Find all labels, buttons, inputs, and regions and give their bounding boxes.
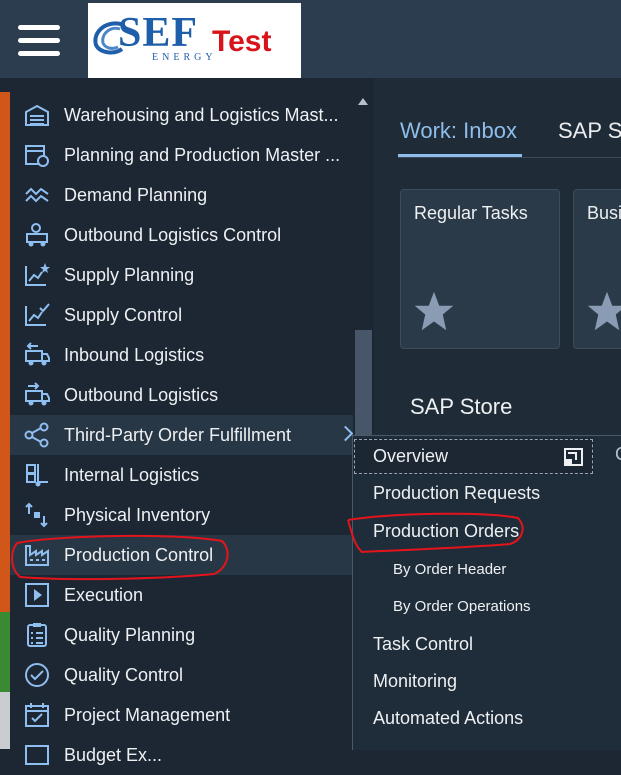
inventory-arrows-icon bbox=[25, 502, 48, 528]
sidebar-item-production-control[interactable]: Production Control bbox=[10, 535, 353, 575]
tile-title: Busi bbox=[587, 203, 621, 223]
menu-item-label: By Order Header bbox=[393, 561, 507, 578]
menu-item-label: Automated Actions bbox=[373, 708, 524, 728]
menu-item-label: Production Requests bbox=[373, 483, 541, 503]
menu-item-label: By Order Operations bbox=[393, 598, 531, 615]
tab-divider bbox=[398, 157, 621, 158]
sidebar-item-label: Quality Planning bbox=[64, 625, 196, 645]
sidebar-item-supply-planning[interactable]: Supply Planning bbox=[10, 255, 353, 295]
chevron-right-icon[interactable] bbox=[337, 425, 354, 442]
section-title-sap-store: SAP Store bbox=[410, 394, 513, 419]
sidebar-item-label: Production Control bbox=[64, 545, 214, 565]
demand-wave-icon bbox=[25, 187, 49, 203]
tile-title: Regular Tasks bbox=[414, 203, 528, 223]
sidebar-item-label: Project Management bbox=[64, 705, 231, 725]
sidebar-item-label: Demand Planning bbox=[64, 185, 208, 205]
scroll-up-arrow-icon[interactable] bbox=[358, 98, 368, 105]
menu-item-overview[interactable]: Overview bbox=[353, 438, 594, 475]
calendar-clock-icon bbox=[25, 145, 49, 167]
sidebar-item-label: Supply Planning bbox=[64, 265, 195, 285]
menu-item-production-requests[interactable]: Production Requests bbox=[353, 475, 621, 512]
menu-item-label: Production Orders bbox=[373, 521, 520, 541]
company-logo[interactable]: SEF ENERGY Test bbox=[88, 3, 301, 78]
sidebar-item-quality-planning[interactable]: Quality Planning bbox=[10, 615, 353, 655]
sidebar-item-demand-planning[interactable]: Demand Planning bbox=[10, 175, 353, 215]
tab-work-inbox[interactable]: Work: Inbox bbox=[400, 118, 517, 144]
sidebar-item-physical-inventory[interactable]: Physical Inventory bbox=[10, 495, 353, 535]
sidebar-item-execution[interactable]: Execution bbox=[10, 575, 353, 615]
chart-star-icon bbox=[25, 263, 50, 286]
hamburger-menu-icon[interactable] bbox=[18, 25, 60, 57]
tile-regular-tasks[interactable]: Regular Tasks bbox=[400, 189, 560, 349]
sidebar-item-label: Budget Ex... bbox=[64, 745, 163, 765]
play-icon bbox=[25, 583, 49, 607]
sidebar-item-label: Planning and Production Master ... bbox=[64, 145, 341, 165]
sidebar-item-label: Internal Logistics bbox=[64, 465, 200, 485]
chart-check-icon bbox=[25, 303, 50, 326]
sidebar-item-quality-control[interactable]: Quality Control bbox=[10, 655, 353, 695]
sidebar-item-label: Supply Control bbox=[64, 305, 183, 325]
share-icon bbox=[24, 422, 49, 448]
shell-header: SEF ENERGY Test bbox=[0, 0, 621, 78]
menu-edge-glyph: C bbox=[615, 444, 621, 465]
submenu-popover: Overview C Production Requests Productio… bbox=[352, 435, 621, 750]
factory-icon bbox=[25, 545, 49, 566]
forklift-icon bbox=[26, 223, 48, 247]
tile-business[interactable]: Busi bbox=[573, 189, 621, 349]
star-icon bbox=[414, 291, 454, 331]
sidebar-accent-orange bbox=[0, 92, 10, 612]
sidebar-item-warehousing-master[interactable]: Warehousing and Logistics Mast... bbox=[10, 95, 353, 135]
sidebar-item-supply-control[interactable]: Supply Control bbox=[10, 295, 353, 335]
menu-item-task-control[interactable]: Task Control bbox=[353, 626, 621, 663]
checklist-icon bbox=[27, 623, 47, 647]
menu-item-production-orders[interactable]: Production Orders bbox=[353, 513, 621, 550]
truck-in-icon bbox=[25, 342, 50, 366]
menu-item-automated-actions[interactable]: Automated Actions bbox=[353, 700, 621, 737]
environment-label: Test bbox=[212, 25, 272, 58]
sidebar-item-label: Third-Party Order Fulfillment bbox=[64, 425, 292, 445]
sidebar-item-outbound-logistics-control[interactable]: Outbound Logistics Control bbox=[10, 215, 353, 255]
menu-item-monitoring[interactable]: Monitoring bbox=[353, 663, 621, 700]
truck-out-icon bbox=[25, 382, 50, 406]
budget-icon bbox=[25, 745, 49, 765]
menu-item-label: Task Control bbox=[373, 634, 474, 654]
sidebar-item-label: Physical Inventory bbox=[64, 505, 211, 525]
sidebar-accent-grey bbox=[0, 692, 10, 749]
sidebar-accent-green bbox=[0, 612, 10, 692]
sidebar-item-label: Execution bbox=[64, 585, 144, 605]
star-icon bbox=[587, 291, 621, 331]
check-circle-icon bbox=[25, 663, 49, 687]
sidebar-item-outbound-logistics[interactable]: Outbound Logistics bbox=[10, 375, 353, 415]
sidebar-item-project-management[interactable]: Project Management bbox=[10, 695, 353, 735]
sidebar-nav: Warehousing and Logistics Mast... Planni… bbox=[0, 92, 354, 765]
logo-subtitle: ENERGY bbox=[152, 52, 217, 63]
sidebar-item-budget[interactable]: Budget Ex... bbox=[10, 735, 353, 775]
menu-item-by-order-operations[interactable]: By Order Operations bbox=[353, 588, 621, 625]
sidebar-item-label: Quality Control bbox=[64, 665, 184, 685]
warehouse-icon bbox=[25, 104, 49, 126]
project-calendar-icon bbox=[25, 703, 49, 727]
sidebar-item-label: Outbound Logistics Control bbox=[64, 225, 282, 245]
sidebar-item-planning-master[interactable]: Planning and Production Master ... bbox=[10, 135, 353, 175]
menu-item-by-order-header[interactable]: By Order Header bbox=[353, 551, 621, 588]
menu-item-label: Overview bbox=[373, 446, 449, 466]
logo-name: SEF bbox=[118, 10, 199, 56]
hand-truck-icon bbox=[26, 464, 48, 487]
sidebar-item-third-party-order-fulfillment[interactable]: Third-Party Order Fulfillment bbox=[10, 415, 354, 455]
sidebar-item-label: Inbound Logistics bbox=[64, 345, 205, 365]
sidebar-item-label: Outbound Logistics bbox=[64, 385, 219, 405]
open-in-new-window-icon[interactable] bbox=[563, 446, 585, 468]
sidebar-item-internal-logistics[interactable]: Internal Logistics bbox=[10, 455, 353, 495]
menu-item-label: Monitoring bbox=[373, 671, 458, 691]
sidebar-item-inbound-logistics[interactable]: Inbound Logistics bbox=[10, 335, 353, 375]
sidebar-item-label: Warehousing and Logistics Mast... bbox=[64, 105, 339, 125]
tab-sap-store[interactable]: SAP S bbox=[558, 118, 621, 144]
